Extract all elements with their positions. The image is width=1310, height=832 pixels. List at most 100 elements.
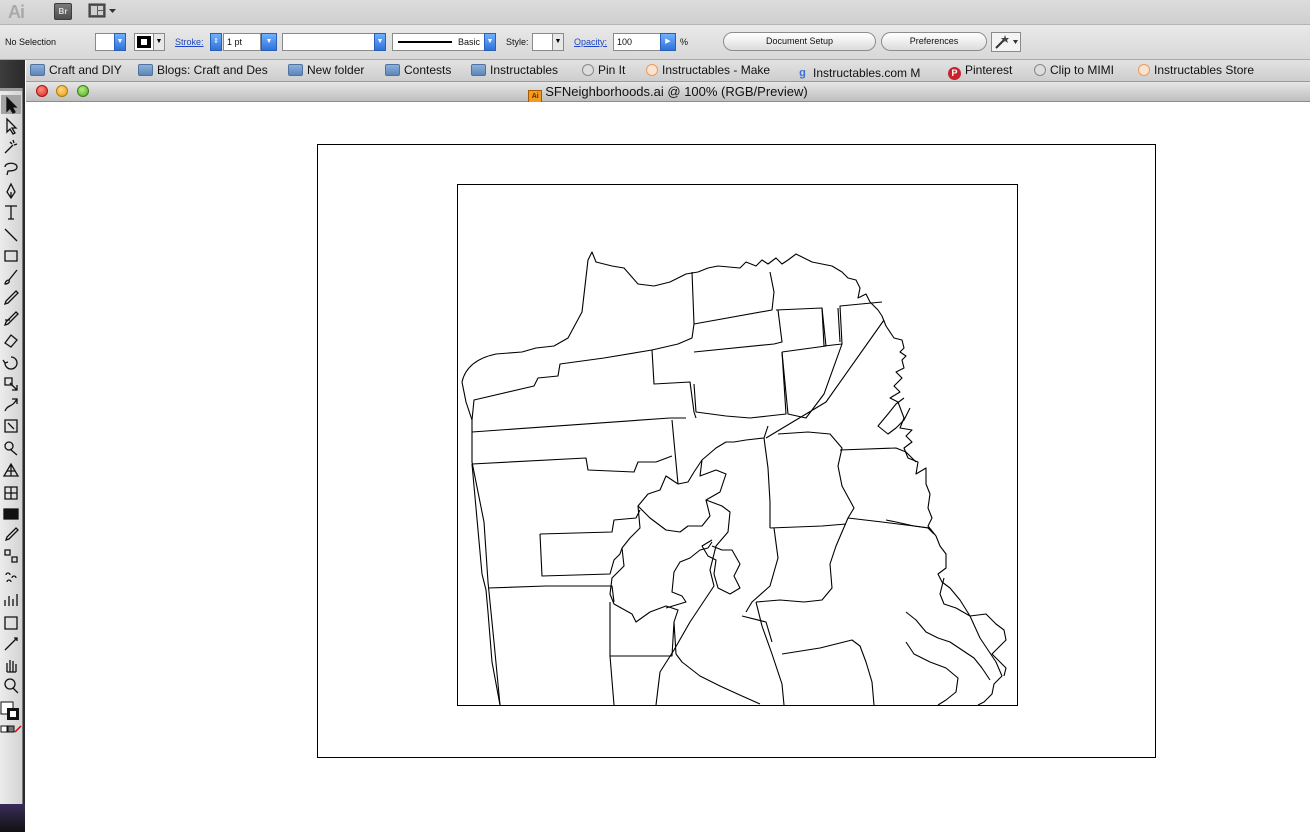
boundary-excelsior: [755, 601, 785, 706]
hand-tool[interactable]: [6, 660, 17, 673]
bookmark-contests[interactable]: Contests: [385, 63, 451, 77]
slice-tool[interactable]: [4, 637, 18, 651]
style-label: Style:: [506, 37, 529, 47]
brush-dropdown[interactable]: ▼: [484, 33, 496, 51]
stroke-weight-stepper[interactable]: ⇕: [210, 33, 222, 51]
bookmark-pin-it[interactable]: Pin It: [582, 63, 625, 77]
bookmark-clip-to-mimi[interactable]: Clip to MIMI: [1034, 63, 1114, 77]
symbol-sprayer-tool-icon: [5, 572, 17, 583]
illustrator-logo: Ai: [8, 2, 25, 22]
variable-width-dropdown[interactable]: ▼: [374, 33, 386, 51]
boundary-portola: [755, 517, 849, 603]
symbol-sprayer-tool[interactable]: [5, 572, 17, 583]
opacity-slider-arrow[interactable]: ▶: [660, 33, 676, 51]
direct-selection-tool[interactable]: [6, 117, 18, 135]
bookmark-pinterest[interactable]: P Pinterest: [948, 63, 1012, 80]
stroke-link[interactable]: Stroke:: [175, 37, 204, 47]
selection-status: No Selection: [5, 37, 57, 47]
boundary-ocean-view: [609, 655, 615, 706]
slice-tool-icon: [4, 637, 18, 651]
variable-width-profile[interactable]: [282, 33, 377, 51]
magic-wand-tool-icon: [4, 139, 18, 154]
artboard-canvas[interactable]: [26, 102, 1310, 832]
brush-label: Basic: [458, 37, 481, 47]
document-setup-button[interactable]: Document Setup: [723, 32, 876, 51]
boundary-hunters-point: [885, 519, 935, 535]
line-segment-tool-icon: [4, 228, 18, 242]
opacity-link[interactable]: Opacity:: [574, 37, 607, 47]
pen-tool[interactable]: [6, 182, 16, 200]
arrange-documents-button[interactable]: [88, 3, 118, 19]
tools-panel-grip[interactable]: [0, 88, 22, 91]
selection-tool[interactable]: [1, 95, 21, 114]
eyedropper-tool-icon: [4, 527, 19, 542]
boundary-castro: [763, 437, 771, 528]
free-transform-tool[interactable]: [4, 419, 18, 433]
bookmark-blogs-craft[interactable]: Blogs: Craft and Des: [138, 63, 269, 77]
scale-tool[interactable]: [4, 377, 18, 391]
perspective-grid-tool[interactable]: [2, 462, 20, 477]
folder-icon: [288, 64, 303, 76]
artwork-svg: [317, 144, 1156, 758]
graphic-style-dropdown[interactable]: ▼: [552, 33, 564, 51]
stroke-weight-field[interactable]: 1 pt: [223, 33, 261, 51]
type-tool[interactable]: [5, 205, 17, 220]
folder-icon: [385, 64, 400, 76]
bookmark-instructables-store[interactable]: Instructables Store: [1138, 63, 1254, 77]
rectangle-tool[interactable]: [4, 250, 18, 262]
artboard-tool[interactable]: [4, 616, 18, 630]
fill-dropdown-arrow[interactable]: ▼: [114, 33, 126, 51]
boundary-haight: [671, 419, 769, 485]
zoom-tool[interactable]: [4, 678, 19, 694]
bookmark-instructables-make[interactable]: Instructables - Make: [646, 63, 774, 77]
pencil-tool[interactable]: [3, 290, 19, 306]
boundary-outer-sunset-south: [539, 533, 623, 577]
column-graph-tool-icon: [4, 594, 18, 606]
control-panel-menu-button[interactable]: [991, 32, 1021, 52]
blend-tool-icon: [4, 549, 18, 563]
rotate-tool[interactable]: [2, 356, 18, 370]
shape-builder-tool[interactable]: [4, 441, 18, 456]
opacity-field[interactable]: 100: [613, 33, 661, 51]
boundary-west-portal: [609, 505, 679, 655]
fill-stroke-swatches[interactable]: [0, 701, 22, 733]
gradient-tool[interactable]: [3, 508, 19, 520]
direct-selection-tool-icon: [6, 117, 18, 135]
stroke-dropdown-arrow[interactable]: ▼: [153, 33, 165, 51]
blob-brush-tool[interactable]: [3, 311, 19, 327]
mesh-tool[interactable]: [4, 486, 18, 500]
warp-tool-icon: [4, 398, 18, 412]
tools-panel: [0, 88, 23, 804]
neighborhood-boundaries[interactable]: [461, 251, 1007, 706]
fill-swatch[interactable]: [95, 33, 115, 51]
bookmark-instructables-com[interactable]: g Instructables.com M: [796, 63, 937, 80]
graphic-style-swatch[interactable]: [532, 33, 554, 51]
paintbrush-tool[interactable]: [4, 269, 18, 285]
pen-tool-icon: [6, 182, 16, 200]
eyedropper-tool[interactable]: [4, 527, 19, 542]
bookmark-new-folder[interactable]: New folder: [288, 63, 364, 77]
boundary-parkside: [471, 463, 501, 706]
bridge-button[interactable]: Br: [54, 3, 72, 20]
globe-icon: [1034, 64, 1046, 76]
warp-tool[interactable]: [4, 398, 18, 412]
eraser-tool[interactable]: [4, 334, 18, 348]
brush-definition[interactable]: Basic: [392, 33, 485, 51]
bookmark-instructables-folder[interactable]: Instructables: [471, 63, 558, 77]
bookmark-craft-and-diy[interactable]: Craft and DIY: [30, 63, 122, 77]
shape-builder-tool-icon: [4, 441, 18, 456]
boundary-downtown: [781, 343, 843, 419]
column-graph-tool[interactable]: [4, 594, 18, 606]
preferences-button[interactable]: Preferences: [881, 32, 987, 51]
stroke-weight-dropdown[interactable]: ▼: [261, 33, 277, 51]
globe-icon: [582, 64, 594, 76]
line-segment-tool[interactable]: [4, 228, 18, 242]
boundary-soma-south: [777, 431, 931, 529]
magic-wand-tool[interactable]: [4, 139, 18, 154]
blend-tool[interactable]: [4, 549, 18, 563]
lasso-tool[interactable]: [4, 162, 18, 176]
stroke-swatch[interactable]: [134, 33, 154, 51]
document-window-titlebar: Ai SFNeighborhoods.ai @ 100% (RGB/Preview…: [26, 82, 1310, 104]
boundary-mission-south: [741, 615, 773, 643]
scale-tool-icon: [4, 377, 18, 391]
